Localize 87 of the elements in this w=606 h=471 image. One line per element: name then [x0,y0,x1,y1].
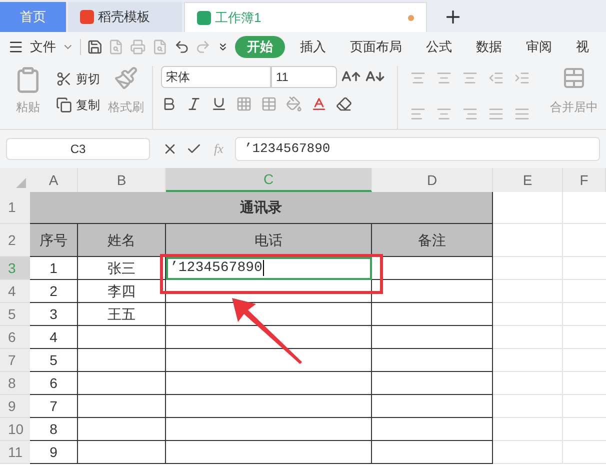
ribbon-tab[interactable]: 数据 [467,37,511,57]
table-cell: 王五 [78,303,166,326]
format-painter-button[interactable]: 格式刷 [108,98,144,116]
table-cell: 7 [30,395,78,418]
align-center-icon[interactable] [436,106,452,122]
table-cell: 4 [30,326,78,349]
formula-input[interactable]: ’1234567890 [235,137,600,161]
font-size-field[interactable]: 11 [271,66,337,88]
empty-cell [493,280,563,303]
redo-icon[interactable] [195,39,212,55]
table-cell: 序号 [30,224,78,257]
row-number[interactable]: 1 [0,192,30,224]
justify-icon[interactable] [488,106,504,122]
font-name-field[interactable]: 宋体 [161,66,271,88]
merge-icon[interactable] [562,66,586,90]
ribbon-tab[interactable]: 插入 [291,37,335,57]
empty-cell [493,257,563,280]
eraser-icon[interactable] [336,96,352,112]
row-number[interactable]: 2 [0,224,30,257]
italic-icon[interactable] [186,96,202,112]
active-cell: ’1234567890 [166,257,372,280]
save-icon[interactable] [86,39,102,55]
file-menu[interactable]: 文件 [30,37,56,57]
row-number[interactable]: 4 [0,280,30,303]
text-caret [263,260,264,276]
table-cell: 张三 [78,257,166,280]
table-cell: 6 [30,372,78,395]
row-number[interactable]: 7 [0,349,30,372]
empty-cell [493,372,563,395]
table-icon[interactable] [261,96,277,112]
title-cell: 通讯录 [30,192,493,224]
ribbon-tab[interactable]: 视 [567,37,598,57]
column-header[interactable]: E [493,168,563,192]
table-cell: 备注 [372,224,493,257]
row-number[interactable]: 10 [0,418,30,441]
row-number[interactable]: 11 [0,441,30,464]
table-cell: 1 [30,257,78,280]
table-cell: 5 [30,349,78,372]
more-icon[interactable] [217,41,229,53]
empty-cell [493,441,563,464]
name-box[interactable]: C3 [6,138,150,160]
borders-icon[interactable] [236,96,252,112]
row-number[interactable]: 8 [0,372,30,395]
row-number[interactable]: 9 [0,395,30,418]
menu-icon[interactable] [8,39,24,55]
table-cell: 2 [30,280,78,303]
table-cell: 电话 [166,224,372,257]
font-color-icon[interactable] [311,96,327,112]
ribbon-tab[interactable]: 公式 [417,37,461,57]
empty-cell [493,349,563,372]
empty-cell [493,303,563,326]
ribbon-tab[interactable]: 审阅 [517,37,561,57]
align-left-icon[interactable] [410,106,426,122]
select-all-icon[interactable] [16,178,26,188]
ribbon-tab[interactable]: 开始 [235,36,285,58]
indent-increase-icon[interactable] [514,70,530,86]
paste-button[interactable]: 粘贴 [16,98,40,116]
undo-icon[interactable] [174,39,190,55]
underline-icon[interactable] [211,96,227,112]
document-tab[interactable]: 首页 [0,2,66,32]
align-right-icon[interactable] [462,106,478,122]
copy-button[interactable]: 复制 [76,96,100,114]
paintbrush-icon[interactable] [114,66,138,90]
row-number[interactable]: 5 [0,303,30,326]
preview-icon[interactable] [152,39,168,55]
copy-icon[interactable] [56,97,72,113]
empty-cell [493,395,563,418]
cut-button[interactable]: 剪切 [76,70,100,88]
table-cell: 3 [30,303,78,326]
row-number[interactable]: 6 [0,326,30,349]
empty-cell [493,418,563,441]
spreadsheet-logo-icon [197,10,211,24]
scissors-icon[interactable] [56,71,72,87]
merge-center-button[interactable]: 合并居中 [550,98,598,116]
table-cell: 8 [30,418,78,441]
document-tab[interactable]: 稻壳模板 [68,2,182,32]
table-cell: 9 [30,441,78,464]
flame-logo-icon [80,10,94,24]
document-tab[interactable]: 工作簿1 [184,2,427,32]
table-cell: 姓名 [78,224,166,257]
table-cell: 李四 [78,280,166,303]
empty-cell [493,326,563,349]
print-icon[interactable] [130,39,146,55]
indent-decrease-icon[interactable] [488,70,504,86]
ribbon-tab[interactable]: 页面布局 [341,37,411,57]
fill-color-icon[interactable] [286,96,302,112]
column-header[interactable]: F [563,168,606,192]
